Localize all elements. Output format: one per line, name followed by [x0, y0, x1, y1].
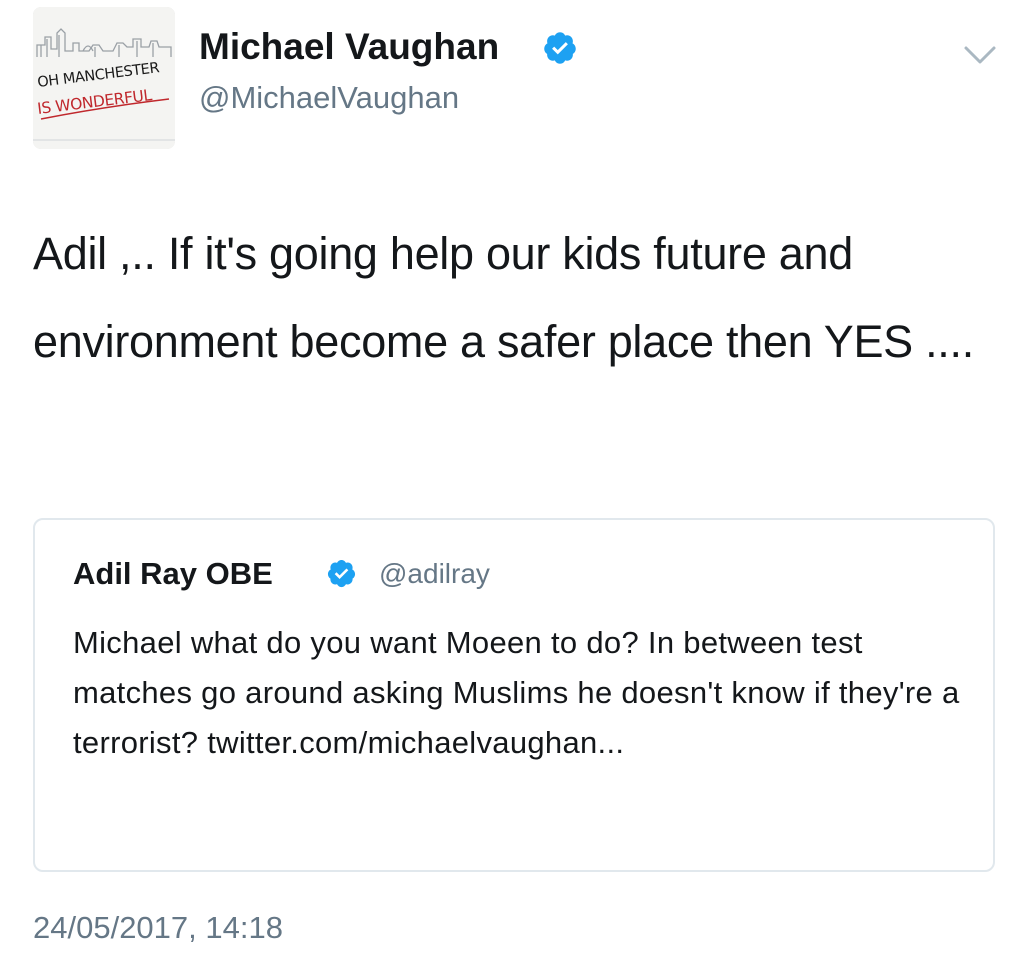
quoted-author-name: Adil Ray OBE: [73, 556, 273, 591]
tweet-text: Adil ,.. If it's going help our kids fut…: [33, 228, 974, 367]
verified-badge-icon: [544, 32, 576, 64]
avatar-image: OH MANCHESTER IS WONDERFUL: [33, 7, 175, 149]
author-name[interactable]: Michael Vaughan: [199, 28, 499, 65]
chevron-down-icon[interactable]: [960, 40, 1000, 70]
verified-badge-icon: [327, 559, 356, 588]
author-handle[interactable]: @MichaelVaughan: [199, 82, 459, 113]
quoted-tweet-card[interactable]: Adil Ray OBE @adilray Michael what do yo…: [33, 518, 995, 872]
quoted-tweet-text: Michael what do you want Moeen to do? In…: [73, 625, 960, 760]
avatar[interactable]: OH MANCHESTER IS WONDERFUL: [33, 7, 175, 149]
quoted-author-handle: @adilray: [379, 558, 490, 589]
tweet-timestamp[interactable]: 24/05/2017, 14:18: [33, 912, 283, 943]
